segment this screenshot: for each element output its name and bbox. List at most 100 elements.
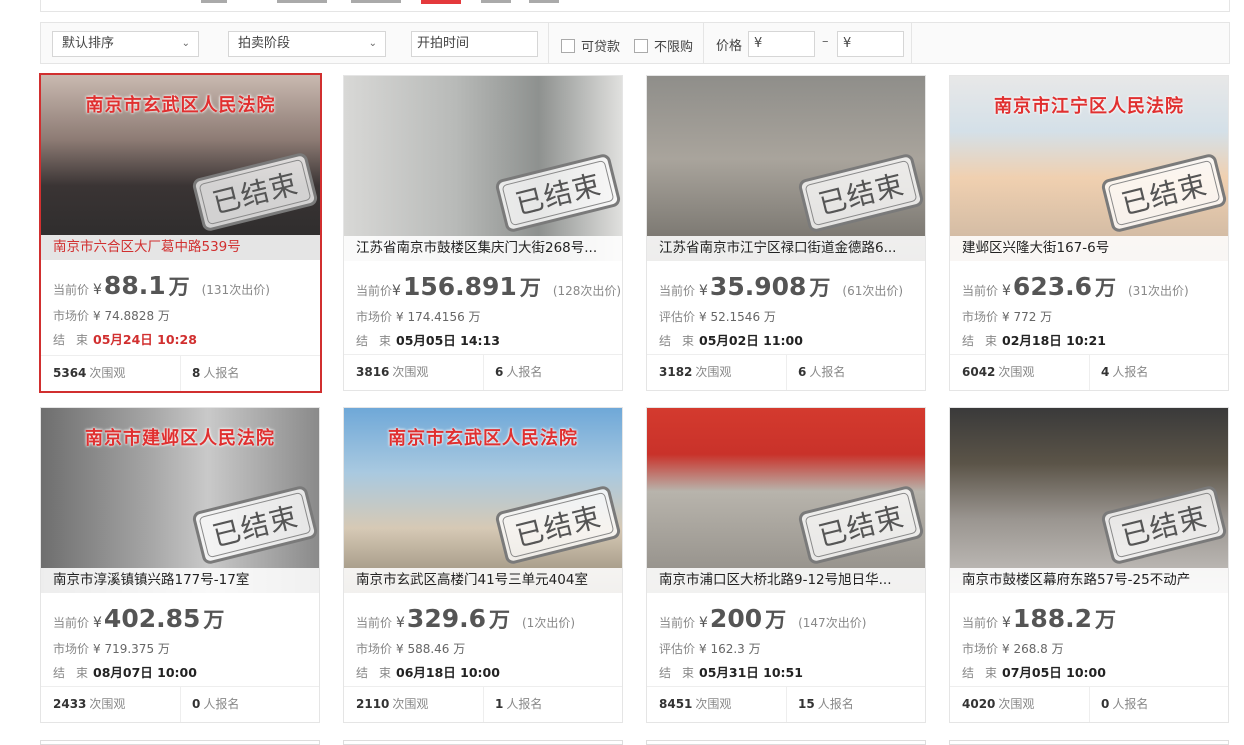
property-photo[interactable]: 南京市玄武区人民法院 已结束 — [344, 408, 622, 593]
auction-card[interactable]: 南京市玄武区人民法院 已结束 南京市玄武区高楼门41号三单元404室当前价 ¥329.… — [343, 407, 623, 723]
price-info: 当前价 ¥156.891 万 (128次出价) 市场价 ¥ 174.4156 万结束 05月… — [356, 272, 621, 352]
loan-checkbox[interactable]: 可贷款 — [561, 36, 620, 55]
end-label: 结束 — [962, 666, 1009, 680]
view-count-suffix: 次围观 — [392, 365, 429, 379]
tab-fragment[interactable] — [277, 0, 327, 3]
card-title[interactable]: 南京市淳溪镇镇兴路177号-17室 — [41, 568, 319, 593]
auction-card[interactable]: 已结束 江苏省南京市鼓楼区集庆门大街268号... 当前价 ¥156.891 万 (128… — [343, 75, 623, 391]
property-photo[interactable]: 南京市江宁区人民法院 已结束 — [950, 76, 1228, 261]
card-footer: 3816 次围观 6 人报名 — [344, 354, 622, 390]
auction-card[interactable]: 南京市建邺区人民法院 已结束 南京市淳溪镇镇兴路177号-17室 当前价 ¥402.85… — [40, 407, 320, 723]
reference-price: ¥ 162.3 万 — [699, 642, 761, 656]
price-info: 当前价 ¥329.6 万 (1次出价) 市场价 ¥ 588.46 万结束 06月18日 10… — [356, 604, 612, 684]
end-label: 结束 — [53, 333, 100, 347]
chevron-down-icon: ⌄ — [368, 38, 377, 49]
checkbox-box[interactable] — [561, 38, 575, 53]
end-time-row: 结束 05月31日 10:51 — [659, 662, 915, 684]
tab-fragment[interactable] — [351, 0, 401, 3]
signup-count: 0 人报名 — [192, 687, 239, 722]
view-count: 3182 次围观 — [659, 355, 731, 390]
current-price-row: 当前价 ¥329.6 万 (1次出价) — [356, 604, 612, 640]
currency-symbol: ¥ — [93, 615, 102, 631]
footer-divider — [1089, 687, 1090, 722]
property-photo[interactable]: 已结束 — [950, 408, 1228, 593]
price-unit: 万 — [809, 276, 831, 300]
next-row-card[interactable] — [646, 740, 926, 745]
current-price: 156.891 — [402, 272, 517, 301]
currency-symbol: ¥ — [699, 283, 708, 299]
auction-card[interactable]: 已结束 南京市浦口区大桥北路9-12号旭日华... 当前价 ¥200 万 (147次出价)… — [646, 407, 926, 723]
current-price: 623.6 — [1012, 272, 1092, 301]
signup-count: 0 人报名 — [1101, 687, 1148, 722]
reference-price: ¥ 719.375 万 — [93, 642, 170, 656]
card-title[interactable]: 南京市浦口区大桥北路9-12号旭日华... — [647, 568, 925, 593]
reference-price: ¥ 772 万 — [1002, 310, 1053, 324]
start-time-input[interactable]: 开拍时间 — [411, 31, 538, 57]
tab-fragment[interactable] — [481, 0, 511, 3]
no-limit-checkbox[interactable]: 不限购 — [634, 36, 693, 55]
reference-price: ¥ 174.4156 万 — [396, 310, 481, 324]
card-title[interactable]: 江苏省南京市江宁区禄口街道金德路6... — [647, 236, 925, 261]
court-watermark: 南京市江宁区人民法院 — [994, 96, 1184, 117]
card-title[interactable]: 建邺区兴隆大街167-6号 — [950, 236, 1228, 261]
tab-fragment[interactable] — [201, 0, 227, 3]
property-photo[interactable]: 已结束 — [647, 408, 925, 593]
auction-card[interactable]: 已结束 南京市鼓楼区幕府东路57号-25不动产 当前价 ¥188.2 万市场价 ¥ 268… — [949, 407, 1229, 723]
price-max-input[interactable]: ¥ — [837, 31, 904, 57]
court-watermark: 南京市建邺区人民法院 — [85, 428, 275, 449]
sort-select-value: 默认排序 — [62, 36, 115, 51]
signup-count: 6 人报名 — [495, 355, 542, 390]
auction-card[interactable]: 已结束 江苏省南京市江宁区禄口街道金德路6... 当前价 ¥35.908 万 (61次出价… — [646, 75, 926, 391]
checkbox-box[interactable] — [634, 38, 648, 53]
end-label: 结束 — [659, 666, 706, 680]
card-title[interactable]: 江苏省南京市鼓楼区集庆门大街268号... — [344, 236, 622, 261]
next-row-card[interactable] — [949, 740, 1229, 745]
tab-fragment[interactable] — [529, 0, 559, 3]
card-title[interactable]: 南京市鼓楼区幕府东路57号-25不动产 — [950, 568, 1228, 593]
reference-price: ¥ 588.46 万 — [396, 642, 466, 656]
current-price-label: 当前价 — [962, 284, 999, 298]
reference-price: ¥ 74.8828 万 — [93, 309, 170, 323]
next-row-card[interactable] — [343, 740, 623, 745]
loan-checkbox-label: 可贷款 — [581, 40, 621, 55]
card-title[interactable]: 南京市六合区大厂葛中路539号 — [41, 235, 320, 260]
auction-card[interactable]: 南京市江宁区人民法院 已结束 建邺区兴隆大街167-6号 当前价 ¥623.6 万 (31次… — [949, 75, 1229, 391]
end-time: 05月24日 10:28 — [93, 332, 197, 347]
signup-count-suffix: 人报名 — [506, 365, 543, 379]
reference-price-row: 市场价 ¥ 174.4156 万 — [356, 308, 612, 330]
property-photo[interactable]: 南京市建邺区人民法院 已结束 — [41, 408, 319, 593]
category-tabs — [40, 0, 1230, 12]
price-min-placeholder: ¥ — [754, 36, 763, 51]
view-count: 3816 次围观 — [356, 355, 428, 390]
next-row-card[interactable] — [40, 740, 320, 745]
view-count-suffix: 次围观 — [89, 366, 126, 380]
end-label: 结束 — [962, 334, 1009, 348]
auction-card[interactable]: 南京市玄武区人民法院 已结束 南京市六合区大厂葛中路539号 当前价 ¥88.1 万 (13… — [39, 73, 322, 393]
end-time-row: 结束 08月07日 10:00 — [53, 662, 309, 684]
stage-select[interactable]: 拍卖阶段 ⌄ — [228, 31, 386, 57]
price-info: 当前价 ¥88.1 万 (131次出价) 市场价 ¥ 74.8828 万结束 05月24日 … — [53, 271, 310, 351]
reference-price: ¥ 52.1546 万 — [699, 310, 776, 324]
property-photo[interactable]: 已结束 — [647, 76, 925, 261]
currency-symbol: ¥ — [699, 615, 708, 631]
view-count: 4020 次围观 — [962, 687, 1034, 722]
view-count-number: 4020 — [962, 697, 996, 711]
card-title[interactable]: 南京市玄武区高楼门41号三单元404室 — [344, 568, 622, 593]
current-price-label: 当前价 — [659, 284, 696, 298]
property-photo[interactable]: 南京市玄武区人民法院 已结束 — [41, 75, 320, 260]
signup-count: 15 人报名 — [798, 687, 854, 722]
currency-symbol: ¥ — [1002, 283, 1011, 299]
bid-count: (147次出价) — [798, 616, 867, 630]
ended-stamp-text: 已结束 — [512, 499, 605, 553]
price-max-placeholder: ¥ — [843, 36, 852, 51]
price-min-input[interactable]: ¥ — [748, 31, 815, 57]
signup-count-number: 6 — [798, 365, 807, 379]
ended-stamp: 已结束 — [191, 151, 319, 233]
property-photo[interactable]: 已结束 — [344, 76, 622, 261]
active-tab-indicator[interactable] — [421, 0, 461, 4]
current-price: 188.2 — [1012, 604, 1092, 633]
reference-price-row: 市场价 ¥ 588.46 万 — [356, 640, 612, 662]
end-label: 结束 — [659, 334, 706, 348]
card-footer: 2433 次围观 0 人报名 — [41, 686, 319, 722]
sort-select[interactable]: 默认排序 ⌄ — [52, 31, 199, 57]
